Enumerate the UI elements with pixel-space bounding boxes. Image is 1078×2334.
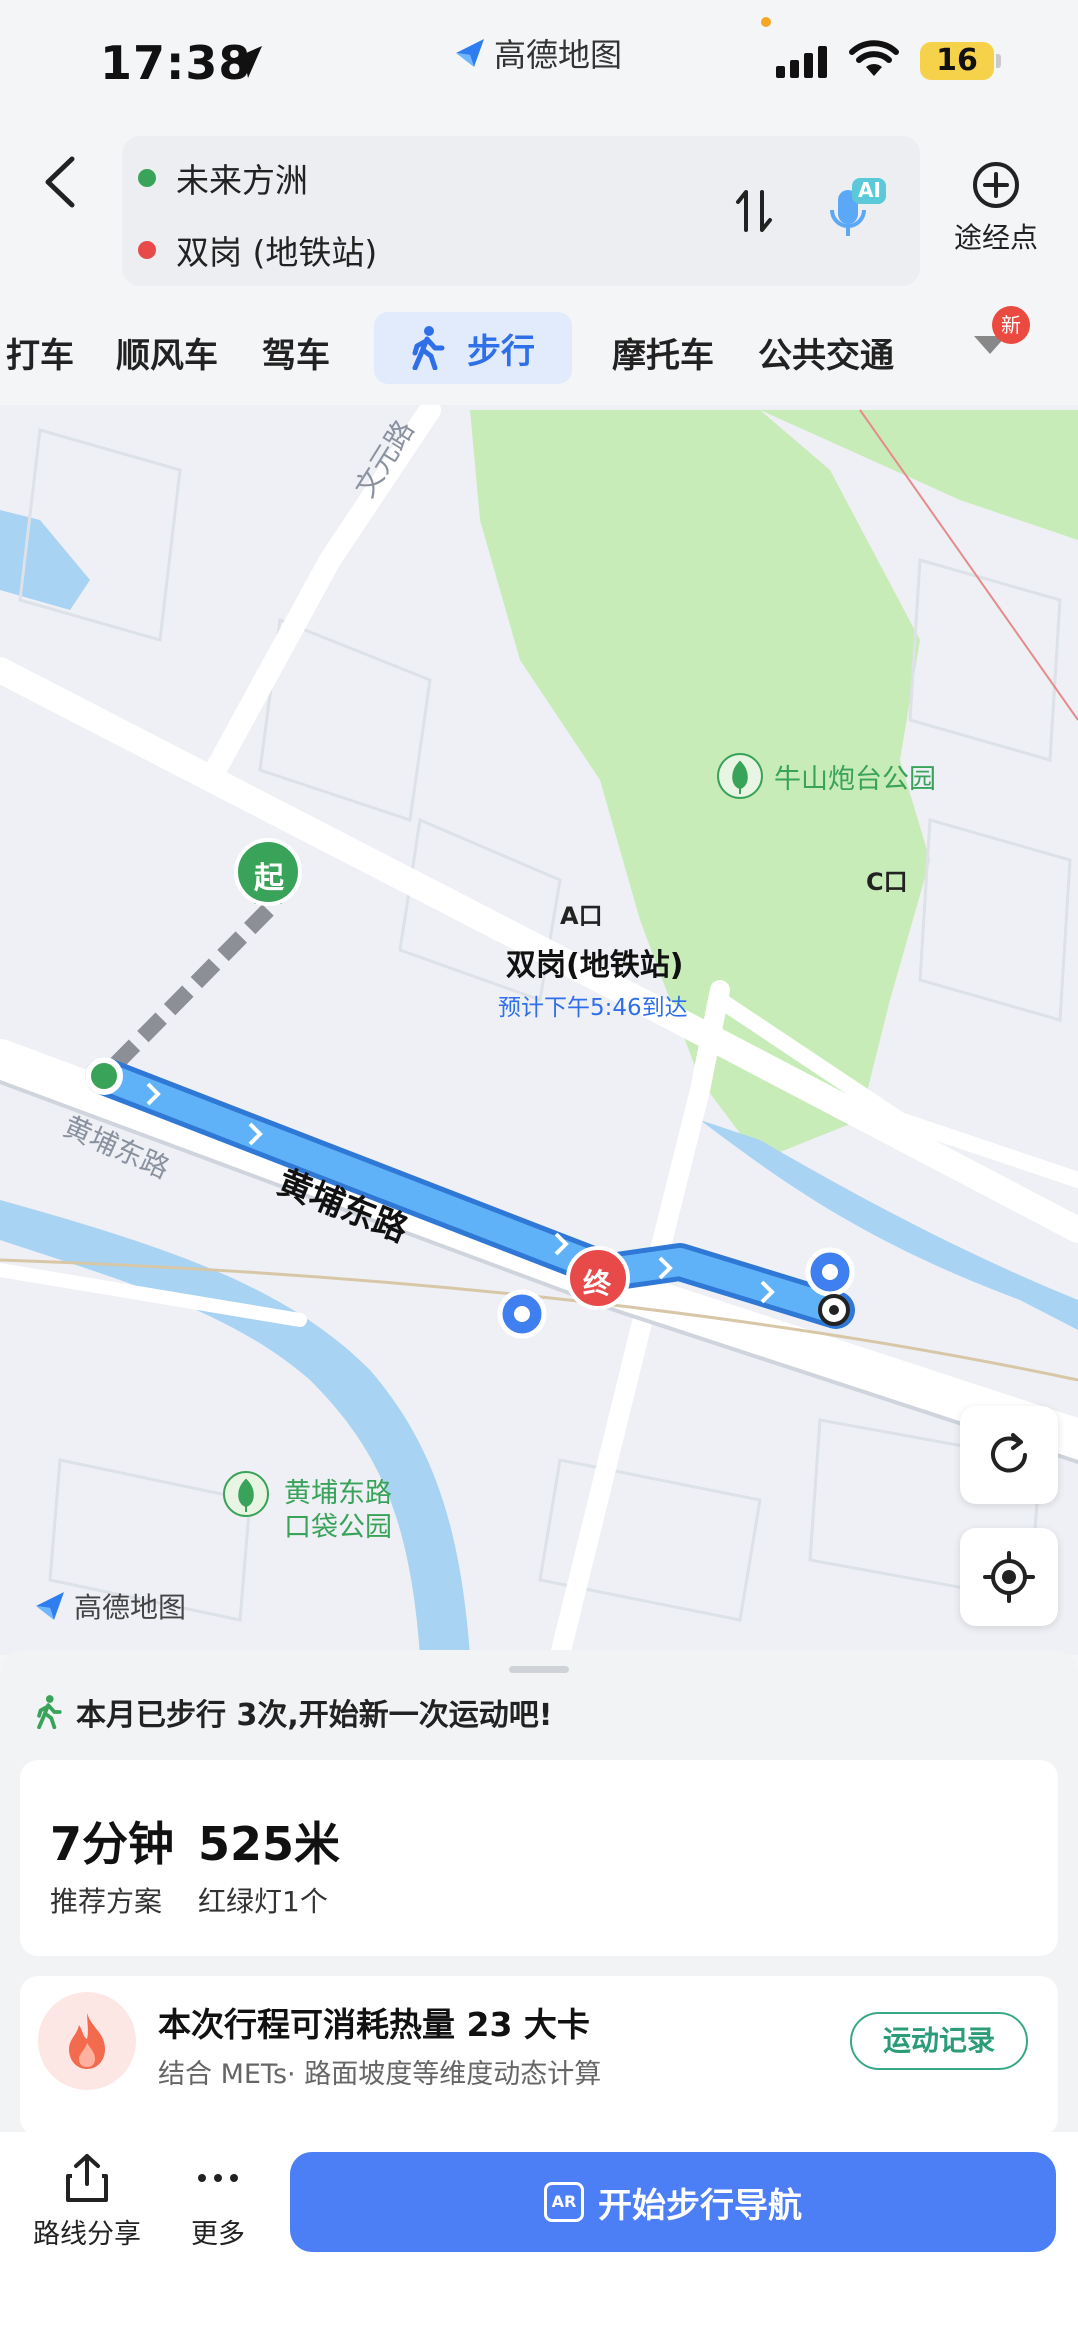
map-view[interactable]: 文元路 黄埔东路 黄埔东路 牛山炮台公园 黄埔东路 口袋公园 起 终 xyxy=(0,405,1078,1655)
back-button[interactable] xyxy=(36,147,86,217)
locate-icon xyxy=(983,1551,1035,1603)
swap-icon[interactable] xyxy=(734,186,774,236)
wifi-icon xyxy=(849,40,899,76)
route-distance: 525米 xyxy=(198,1817,341,1871)
sheet-grabber[interactable] xyxy=(509,1666,569,1673)
map-watermark: 高德地图 xyxy=(32,1586,186,1626)
destination-station-label: 双岗(地铁站) xyxy=(506,948,684,983)
route-duration: 7分钟 xyxy=(50,1817,175,1871)
tab-motorcycle[interactable]: 摩托车 xyxy=(612,328,714,377)
more-label: 更多 xyxy=(191,2219,245,2250)
status-app-indicator: 高德地图 xyxy=(452,30,622,76)
more-button[interactable]: 更多 xyxy=(178,2152,258,2251)
exit-c-dot xyxy=(822,1264,838,1280)
more-dots-icon xyxy=(198,2174,238,2182)
add-circle-icon xyxy=(973,162,1019,208)
plan-label: 推荐方案 xyxy=(50,1885,163,1918)
start-field[interactable]: 未来方洲 xyxy=(138,154,308,202)
destination-point-center xyxy=(829,1305,839,1315)
privacy-indicator xyxy=(761,17,771,27)
tab-taxi[interactable]: 打车 xyxy=(6,328,74,377)
eta-label: 预计下午5:46到达 xyxy=(498,995,688,1021)
tab-carpool[interactable]: 顺风车 xyxy=(116,328,218,377)
cellular-signal-icon xyxy=(776,46,827,78)
start-walk-label: 开始步行导航 xyxy=(598,2185,802,2226)
refresh-button[interactable] xyxy=(960,1406,1058,1504)
start-point xyxy=(85,1057,123,1095)
walk-tip-text: 本月已步行 3次,开始新一次运动吧! xyxy=(76,1698,553,1733)
end-pin-label: 终 xyxy=(583,1267,612,1300)
ai-voice-button[interactable]: AI xyxy=(822,176,892,246)
status-bar: 17:38 高德地图 16 xyxy=(0,0,1078,125)
ar-icon: AR xyxy=(544,2182,584,2222)
amap-logo-icon xyxy=(36,1592,64,1620)
exit-a-dot xyxy=(514,1306,530,1322)
new-badge: 新 xyxy=(992,306,1030,344)
locate-button[interactable] xyxy=(960,1528,1058,1626)
walk-small-icon xyxy=(37,1695,62,1729)
share-route-button[interactable]: 路线分享 xyxy=(28,2152,146,2251)
share-icon xyxy=(66,2154,108,2202)
fire-icon xyxy=(69,2013,105,2069)
ai-badge: AI xyxy=(858,178,881,202)
share-route-label: 路线分享 xyxy=(33,2219,141,2250)
start-pin-label: 起 xyxy=(254,861,284,896)
exit-a-label: A口 xyxy=(560,902,603,930)
park-label-huangpu-2: 口袋公园 xyxy=(284,1512,392,1543)
walk-connector xyxy=(98,904,274,1082)
map-logo-text: 高德地图 xyxy=(74,1591,187,1624)
exit-c-label: C口 xyxy=(866,868,908,896)
end-dot-icon xyxy=(138,241,156,259)
tab-walk[interactable]: 步行 xyxy=(374,312,572,384)
route-input-box: 未来方洲 双岗 (地铁站) AI xyxy=(122,136,920,286)
battery-tip xyxy=(996,54,1001,68)
exercise-record-button[interactable]: 运动记录 xyxy=(850,2012,1028,2070)
walk-icon xyxy=(412,326,445,370)
start-dot-icon xyxy=(138,169,156,187)
add-waypoint-button[interactable]: 途经点 xyxy=(946,160,1046,256)
route-plan-card[interactable] xyxy=(20,1760,1058,1956)
start-label: 未来方洲 xyxy=(176,161,308,200)
park-label-niushan: 牛山炮台公园 xyxy=(774,764,936,795)
status-app-name: 高德地图 xyxy=(494,36,623,74)
battery-indicator: 16 xyxy=(920,42,994,80)
traffic-lights-label: 红绿灯1个 xyxy=(198,1885,328,1918)
tab-drive[interactable]: 驾车 xyxy=(262,328,330,377)
amap-logo-icon xyxy=(456,39,484,67)
walk-tip: 本月已步行 3次,开始新一次运动吧! xyxy=(36,1690,552,1734)
start-walk-navigation-button[interactable]: AR 开始步行导航 xyxy=(290,2152,1056,2252)
river-top-left xyxy=(0,510,90,610)
tab-walk-label: 步行 xyxy=(467,331,535,372)
map-canvas xyxy=(0,405,1078,1655)
refresh-icon xyxy=(991,1433,1027,1473)
tab-transit[interactable]: 公共交通 xyxy=(758,328,894,377)
fire-icon-wrap xyxy=(38,1992,136,2090)
via-label: 途经点 xyxy=(953,221,1038,254)
end-label: 双岗 (地铁站) xyxy=(176,233,378,272)
location-arrow-icon xyxy=(230,46,262,78)
calorie-subtitle: 结合 METs· 路面坡度等维度动态计算 xyxy=(158,2059,602,2090)
calorie-title: 本次行程可消耗热量 23 大卡 xyxy=(158,2005,590,2044)
ai-mic-icon xyxy=(830,178,886,236)
end-field[interactable]: 双岗 (地铁站) xyxy=(138,226,377,274)
